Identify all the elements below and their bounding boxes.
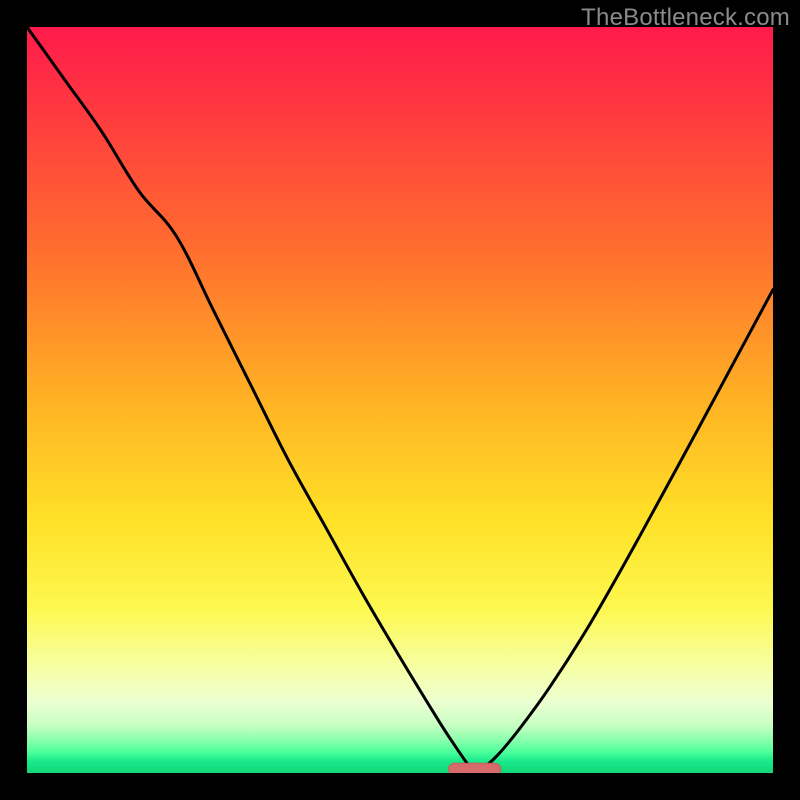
gradient-background (27, 27, 773, 773)
chart-frame: TheBottleneck.com (0, 0, 800, 800)
watermark-text: TheBottleneck.com (581, 4, 790, 32)
plot-area (27, 27, 773, 773)
bottleneck-chart (27, 27, 773, 773)
optimum-marker (448, 763, 500, 773)
